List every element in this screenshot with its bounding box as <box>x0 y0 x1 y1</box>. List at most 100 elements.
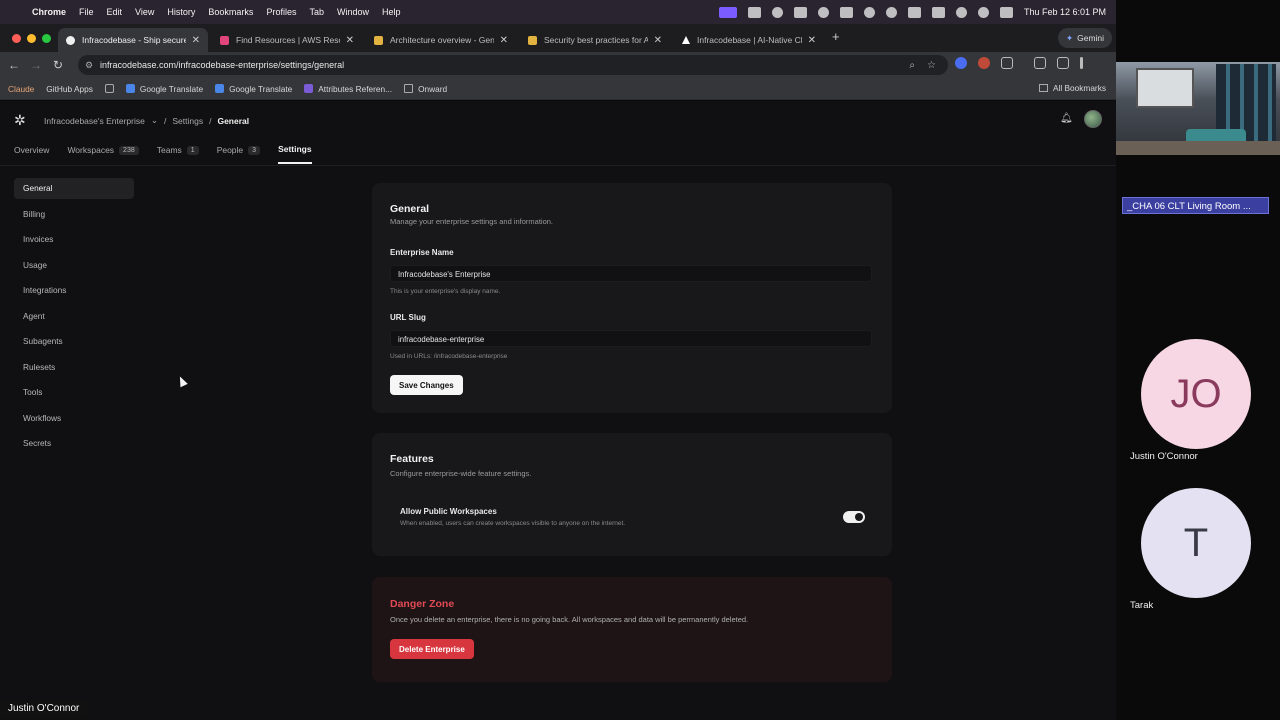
sidebar-item-invoices[interactable]: Invoices <box>14 229 134 250</box>
bookmark-onward[interactable]: Onward <box>404 84 447 94</box>
url-slug-input[interactable]: infracodebase-enterprise <box>390 330 872 347</box>
status-icon[interactable] <box>907 6 921 18</box>
macos-menubar: Chrome File Edit View History Bookmarks … <box>0 0 1116 24</box>
zoom-window-button[interactable] <box>42 34 51 43</box>
count-badge: 1 <box>186 145 199 155</box>
bookmark-google-translate[interactable]: Google Translate <box>215 84 292 94</box>
menu-file[interactable]: File <box>79 7 94 17</box>
minimize-window-button[interactable] <box>27 34 36 43</box>
search-icon[interactable] <box>977 6 989 18</box>
side-panel-icon[interactable] <box>1034 57 1046 69</box>
tab-close-icon[interactable]: ✕ <box>192 35 200 46</box>
cloud-icon[interactable] <box>817 6 829 18</box>
bookmark-apps-grid[interactable] <box>104 84 114 93</box>
menu-window[interactable]: Window <box>337 7 369 17</box>
sidebar-item-integrations[interactable]: Integrations <box>14 280 134 301</box>
puzzle-extensions-icon[interactable] <box>1001 57 1013 69</box>
bookmark-google-translate[interactable]: Google Translate <box>125 84 203 94</box>
status-icon[interactable] <box>747 6 761 18</box>
enterprise-name-input[interactable]: Infracodebase's Enterprise <box>390 265 872 282</box>
screen-share-icon[interactable] <box>718 6 737 18</box>
tab-close-icon[interactable]: ✕ <box>500 35 508 46</box>
menu-bookmarks[interactable]: Bookmarks <box>208 7 253 17</box>
browser-tab[interactable]: Architecture overview - Gene ✕ <box>366 28 516 52</box>
extension-icon[interactable] <box>955 57 967 69</box>
tab-favicon-icon <box>682 36 690 44</box>
menu-profiles[interactable]: Profiles <box>266 7 296 17</box>
avatar[interactable] <box>1084 110 1102 128</box>
tab-workspaces[interactable]: Workspaces 238 <box>67 144 139 164</box>
battery-icon[interactable] <box>931 6 945 18</box>
browser-tab[interactable]: Security best practices for A ✕ <box>520 28 670 52</box>
url-slug-label: URL Slug <box>390 313 426 322</box>
breadcrumb-org[interactable]: Infracodebase's Enterprise <box>44 116 145 126</box>
kebab-menu-icon[interactable] <box>1080 57 1083 69</box>
tab-settings[interactable]: Settings <box>278 144 312 164</box>
menu-history[interactable]: History <box>167 7 195 17</box>
browser-tab[interactable]: Infracodebase - Ship secure ✕ <box>58 28 208 52</box>
tab-close-icon[interactable]: ✕ <box>346 35 354 46</box>
gemini-button[interactable]: ✦ Gemini <box>1058 28 1113 48</box>
tab-close-icon[interactable]: ✕ <box>654 35 662 46</box>
sidebar-item-subagents[interactable]: Subagents <box>14 331 134 352</box>
sidebar-item-secrets[interactable]: Secrets <box>14 433 134 454</box>
delete-enterprise-button[interactable]: Delete Enterprise <box>390 639 474 659</box>
sidebar-item-agent[interactable]: Agent <box>14 306 134 327</box>
tab-teams[interactable]: Teams 1 <box>157 144 199 164</box>
bookmark-star-icon[interactable]: ☆ <box>927 60 936 71</box>
public-workspaces-toggle[interactable] <box>843 511 865 523</box>
sidebar-item-usage[interactable]: Usage <box>14 255 134 276</box>
participant-avatar[interactable]: T <box>1141 488 1251 598</box>
bell-icon[interactable]: 🔔︎ <box>1060 113 1073 124</box>
tab-overview[interactable]: Overview <box>14 144 49 164</box>
count-badge: 3 <box>248 145 261 155</box>
shield-icon[interactable] <box>885 6 897 18</box>
menu-view[interactable]: View <box>135 7 154 17</box>
participant-name: Justin O'Connor <box>1130 451 1198 462</box>
address-bar[interactable]: ⚙ infracodebase.com/infracodebase-enterp… <box>78 55 948 75</box>
tab-people[interactable]: People 3 <box>217 144 261 164</box>
sidebar-item-rulesets[interactable]: Rulesets <box>14 357 134 378</box>
sidebar-item-tools[interactable]: Tools <box>14 382 134 403</box>
status-icon[interactable] <box>793 6 807 18</box>
menu-edit[interactable]: Edit <box>107 7 123 17</box>
zoom-search-icon[interactable]: ⌕ <box>909 60 915 71</box>
sidebar-item-general[interactable]: General <box>14 178 134 199</box>
browser-tab[interactable]: Infracodebase | AI-Native Clo ✕ <box>674 28 824 52</box>
bookmark-attributes[interactable]: Attributes Referen... <box>304 84 392 94</box>
sidebar-item-billing[interactable]: Billing <box>14 204 134 225</box>
menubar-clock[interactable]: Thu Feb 12 6:01 PM <box>1024 7 1106 17</box>
new-tab-plus-icon[interactable]: + <box>832 29 840 44</box>
breadcrumb-section[interactable]: Settings <box>172 116 203 126</box>
sync-icon[interactable] <box>771 6 783 18</box>
enterprise-name-label: Enterprise Name <box>390 248 454 257</box>
wifi-icon[interactable] <box>955 6 967 18</box>
chevron-down-icon[interactable]: ⌄ <box>151 115 158 126</box>
menu-app-name[interactable]: Chrome <box>32 7 66 17</box>
section-title: General <box>390 203 430 215</box>
menu-help[interactable]: Help <box>382 7 401 17</box>
menu-tab[interactable]: Tab <box>309 7 324 17</box>
all-bookmarks[interactable]: All Bookmarks <box>1038 83 1106 93</box>
close-window-button[interactable] <box>12 34 21 43</box>
circle-icon[interactable] <box>863 6 875 18</box>
drive-icon[interactable] <box>839 6 853 18</box>
reload-icon[interactable]: ↻ <box>47 58 69 72</box>
extension-icon[interactable] <box>978 57 990 69</box>
save-changes-button[interactable]: Save Changes <box>390 375 463 395</box>
bookmark-github-apps[interactable]: GitHub Apps <box>46 84 93 94</box>
section-subtitle: Manage your enterprise settings and info… <box>390 217 554 226</box>
control-center-icon[interactable] <box>999 6 1013 18</box>
address-url[interactable]: infracodebase.com/infracodebase-enterpri… <box>100 60 909 70</box>
bookmark-claude[interactable]: Claude <box>8 84 34 94</box>
profile-icon[interactable] <box>1057 57 1069 69</box>
browser-tab[interactable]: Find Resources | AWS Resou ✕ <box>212 28 362 52</box>
participant-avatar[interactable]: JO <box>1141 339 1251 449</box>
back-arrow-icon[interactable]: ← <box>3 58 25 72</box>
site-info-icon[interactable]: ⚙ <box>78 60 100 71</box>
tab-close-icon[interactable]: ✕ <box>808 35 816 46</box>
infracodebase-logo-icon[interactable]: ✲ <box>14 112 30 128</box>
sidebar-item-workflows[interactable]: Workflows <box>14 408 134 429</box>
forward-arrow-icon[interactable]: → <box>25 58 47 72</box>
room-camera-feed <box>1116 62 1280 155</box>
